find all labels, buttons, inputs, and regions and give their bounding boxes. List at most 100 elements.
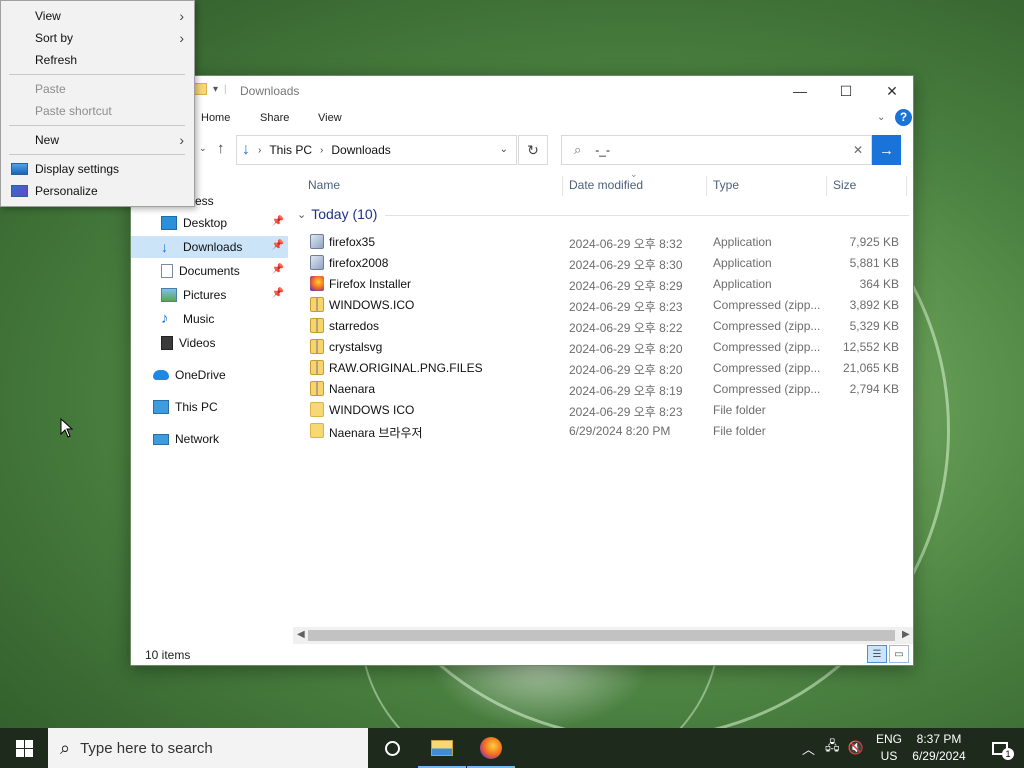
- table-row[interactable]: WINDOWS ICO 2024-06-29 오후 8:23 File folder: [308, 399, 908, 420]
- scroll-right-icon[interactable]: ▶: [902, 629, 910, 640]
- pin-icon[interactable]: 📌: [272, 288, 284, 299]
- menu-item-label: New: [35, 133, 60, 147]
- chevron-down-icon[interactable]: ⌄: [297, 208, 306, 221]
- horizontal-scrollbar[interactable]: ◀ ▶: [293, 627, 913, 644]
- menu-item-view[interactable]: View ›: [1, 5, 194, 27]
- sidebar-item-desktop[interactable]: Desktop 📌: [131, 212, 288, 234]
- sidebar-item-videos[interactable]: Videos: [131, 332, 288, 354]
- menu-item-paste-shortcut[interactable]: Paste shortcut: [1, 100, 194, 122]
- table-row[interactable]: firefox2008 2024-06-29 오후 8:30 Application…: [308, 252, 908, 273]
- pin-icon[interactable]: 📌: [272, 216, 284, 227]
- menu-item-new[interactable]: New ›: [1, 129, 194, 151]
- details-view-icon[interactable]: ☰: [867, 645, 887, 663]
- column-divider[interactable]: [706, 176, 707, 196]
- network-icon[interactable]: 🖧: [825, 737, 840, 759]
- chevron-down-icon[interactable]: ⌄: [500, 144, 508, 155]
- task-view-button[interactable]: [368, 728, 416, 768]
- chevron-right-icon[interactable]: ›: [258, 145, 261, 156]
- scroll-left-icon[interactable]: ◀: [297, 629, 305, 640]
- videos-icon: [161, 336, 173, 350]
- help-icon[interactable]: ?: [895, 109, 912, 126]
- firefox-icon: [310, 276, 324, 291]
- column-divider[interactable]: [562, 176, 563, 196]
- show-hidden-icons-icon[interactable]: ︿: [802, 739, 815, 758]
- column-divider[interactable]: [906, 176, 907, 196]
- downloads-icon: ↓: [242, 141, 250, 158]
- chevron-down-icon[interactable]: ▾: [213, 84, 218, 95]
- column-divider[interactable]: [826, 176, 827, 196]
- menu-item-label: Sort by: [35, 31, 74, 45]
- column-header-name[interactable]: Name: [308, 178, 340, 192]
- expand-ribbon-icon[interactable]: ⌄: [877, 112, 885, 123]
- menu-item-refresh[interactable]: Refresh: [1, 49, 194, 71]
- breadcrumb-this-pc[interactable]: This PC: [269, 143, 312, 157]
- clear-search-icon[interactable]: ✕: [853, 143, 863, 157]
- windows-logo-icon: [15, 739, 33, 757]
- taskbar-search-box[interactable]: ⌕ Type here to search: [48, 728, 368, 768]
- maximize-button[interactable]: ☐: [823, 76, 869, 106]
- address-bar[interactable]: ↓ › This PC › Downloads ⌄: [236, 135, 517, 165]
- folder-icon: [310, 402, 324, 417]
- search-go-button[interactable]: →: [872, 135, 901, 165]
- chevron-right-icon[interactable]: ›: [320, 145, 323, 156]
- tab-share[interactable]: Share: [260, 112, 289, 124]
- menu-item-paste[interactable]: Paste: [1, 78, 194, 100]
- file-date: 2024-06-29 오후 8:20: [569, 363, 683, 377]
- group-divider: [385, 215, 909, 216]
- taskbar-file-explorer[interactable]: [418, 728, 466, 768]
- file-list: firefox35 2024-06-29 오후 8:32 Application 7,…: [308, 231, 908, 441]
- up-arrow-icon[interactable]: ↑: [217, 140, 225, 157]
- input-language[interactable]: ENG US: [872, 731, 906, 765]
- refresh-button[interactable]: ↻: [518, 135, 548, 165]
- menu-item-display-settings[interactable]: Display settings: [1, 158, 194, 180]
- action-center-button[interactable]: 1: [976, 728, 1024, 768]
- scrollbar-thumb[interactable]: [308, 630, 895, 641]
- menu-item-personalize[interactable]: Personalize: [1, 180, 194, 202]
- menu-item-sort-by[interactable]: Sort by ›: [1, 27, 194, 49]
- search-input[interactable]: ⌕ -_- ✕: [561, 135, 872, 165]
- music-icon: ♪: [161, 310, 169, 327]
- pin-icon[interactable]: 📌: [272, 240, 284, 251]
- arrow-right-icon: →: [879, 141, 894, 159]
- column-header-date[interactable]: Date modified: [569, 178, 643, 192]
- table-row[interactable]: Naenara 2024-06-29 오후 8:19 Compressed (zip…: [308, 378, 908, 399]
- table-row[interactable]: RAW.ORIGINAL.PNG.FILES 2024-06-29 오후 8:20…: [308, 357, 908, 378]
- sidebar-item-network[interactable]: Network: [131, 428, 288, 450]
- sidebar-item-this-pc[interactable]: This PC: [131, 396, 288, 418]
- sidebar-item-music[interactable]: ♪ Music: [131, 308, 288, 330]
- start-button[interactable]: [0, 728, 48, 768]
- pin-icon[interactable]: 📌: [272, 264, 284, 275]
- clock[interactable]: 8:37 PM 6/29/2024: [906, 731, 972, 765]
- minimize-button[interactable]: —: [777, 76, 823, 106]
- file-date: 2024-06-29 오후 8:20: [569, 342, 683, 356]
- search-value: -_-: [595, 143, 610, 157]
- recent-locations-icon[interactable]: ⌄: [199, 143, 207, 154]
- title-bar[interactable]: ▾ | Downloads — ☐ ✕: [131, 76, 913, 106]
- table-row[interactable]: crystalsvg 2024-06-29 오후 8:20 Compressed (…: [308, 336, 908, 357]
- search-placeholder: Type here to search: [80, 739, 213, 757]
- table-row[interactable]: starredos 2024-06-29 오후 8:22 Compressed (z…: [308, 315, 908, 336]
- large-icons-view-icon[interactable]: ▭: [889, 645, 909, 663]
- close-button[interactable]: ✕: [869, 76, 915, 106]
- table-row[interactable]: WINDOWS.ICO 2024-06-29 오후 8:23 Compressed …: [308, 294, 908, 315]
- table-row[interactable]: Naenara 브라우저 6/29/2024 8:20 PM File folder: [308, 420, 908, 441]
- volume-muted-icon[interactable]: 🔇: [848, 740, 864, 756]
- breadcrumb-downloads[interactable]: Downloads: [331, 143, 390, 157]
- tab-view[interactable]: View: [318, 112, 342, 124]
- file-date: 2024-06-29 오후 8:30: [569, 258, 683, 272]
- sidebar-item-onedrive[interactable]: OneDrive: [131, 364, 288, 386]
- taskbar-firefox[interactable]: [467, 728, 515, 768]
- folder-icon: [310, 423, 324, 438]
- file-name: RAW.ORIGINAL.PNG.FILES: [329, 361, 483, 375]
- group-header-today[interactable]: ⌄ Today (10): [297, 206, 909, 222]
- table-row[interactable]: firefox35 2024-06-29 오후 8:32 Application 7,…: [308, 231, 908, 252]
- sidebar-item-pictures[interactable]: Pictures 📌: [131, 284, 288, 306]
- tab-home[interactable]: Home: [201, 112, 230, 124]
- column-header-type[interactable]: Type: [713, 178, 739, 192]
- column-header-size[interactable]: Size: [833, 178, 856, 192]
- desktop-icon: [161, 216, 177, 230]
- sidebar-item-downloads[interactable]: ↓ Downloads 📌: [131, 236, 288, 258]
- file-size: 2,794 KB: [849, 382, 899, 396]
- sidebar-item-documents[interactable]: Documents 📌: [131, 260, 288, 282]
- table-row[interactable]: Firefox Installer 2024-06-29 오후 8:29 Appli…: [308, 273, 908, 294]
